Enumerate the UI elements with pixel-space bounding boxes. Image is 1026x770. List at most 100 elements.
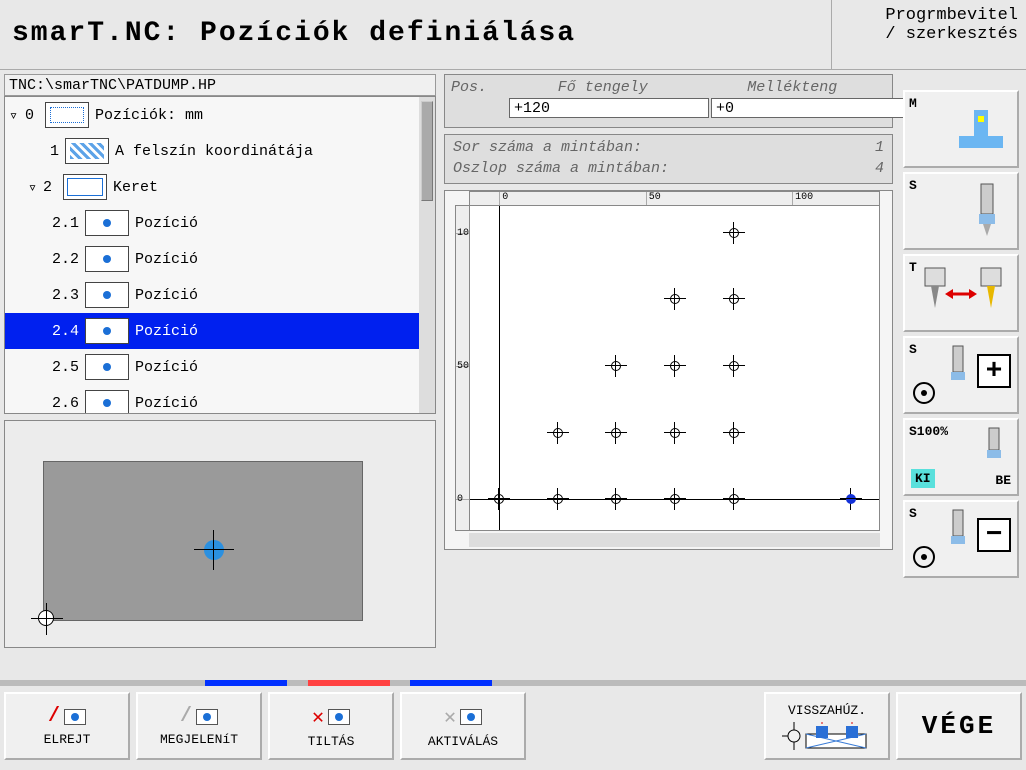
plot-point[interactable] <box>727 359 741 373</box>
knob-icon <box>909 542 939 572</box>
cols-label: Oszlop száma a mintában: <box>453 160 669 177</box>
ruler-horizontal: 050100 <box>469 191 880 205</box>
plot-point[interactable] <box>492 492 506 506</box>
side-s-label: S <box>909 178 917 244</box>
plot-point[interactable] <box>668 426 682 440</box>
minus-icon: − <box>977 518 1011 552</box>
preview-3d <box>4 420 436 648</box>
mode-line1: Progrmbevitel <box>840 6 1018 25</box>
point-marker-icon <box>196 709 218 725</box>
pattern-plot[interactable]: 050100 050100 <box>444 190 893 550</box>
tree-surface[interactable]: 1 A felszín koordinátája <box>5 133 419 169</box>
position-icon <box>85 354 129 380</box>
page-title: smarT.NC: Pozíciók definiálása <box>0 0 831 69</box>
plot-point[interactable] <box>551 492 565 506</box>
spindle-small-icon <box>945 508 971 558</box>
softkey-retract[interactable]: VISSZAHÚZ. <box>764 692 890 760</box>
program-tree[interactable]: ▿ 0 Pozíciók: mm 1 A felszín koordinátáj… <box>4 96 436 414</box>
minor-axis-label: Mellékteng <box>699 79 887 96</box>
main-axis-input[interactable] <box>509 98 709 118</box>
point-marker-icon <box>460 709 482 725</box>
ruler-vertical: 050100 <box>455 205 469 531</box>
tree-idx: 2 <box>43 179 57 196</box>
softkey-show[interactable]: / MEGJELENíT <box>136 692 262 760</box>
tree-position-row[interactable]: 2.1Pozíció <box>5 205 419 241</box>
plot-point[interactable] <box>609 359 623 373</box>
mode-line2: / szerkesztés <box>840 25 1018 44</box>
plot-point[interactable] <box>668 359 682 373</box>
header-bar: smarT.NC: Pozíciók definiálása Progrmbev… <box>0 0 1026 70</box>
params-panel: Pos. Fő tengely Mellékteng <box>444 74 893 128</box>
position-icon <box>85 210 129 236</box>
ki-label: KI <box>911 469 935 488</box>
side-s-plus-button[interactable]: S + <box>903 336 1019 414</box>
plot-hscroll[interactable] <box>469 533 880 547</box>
plot-point-selected[interactable] <box>844 492 858 506</box>
minor-axis-input[interactable] <box>711 98 911 118</box>
position-icon <box>85 282 129 308</box>
softkey-deny[interactable]: ✕ TILTÁS <box>268 692 394 760</box>
plot-point[interactable] <box>609 492 623 506</box>
side-m-label: M <box>909 96 917 162</box>
spindle-icon <box>967 180 1007 240</box>
tree-idx: 2.1 <box>9 215 79 232</box>
preview-point-icon <box>204 540 224 560</box>
tree-root[interactable]: ▿ 0 Pozíciók: mm <box>5 97 419 133</box>
tree-label: Pozíció <box>135 395 198 412</box>
tree-idx: 2.6 <box>9 395 79 412</box>
plot-point[interactable] <box>727 226 741 240</box>
point-marker-icon <box>64 709 86 725</box>
tree-position-row[interactable]: 2.3Pozíció <box>5 277 419 313</box>
pos-label: Pos. <box>451 79 507 96</box>
plot-point[interactable] <box>551 426 565 440</box>
side-t-button[interactable]: T <box>903 254 1019 332</box>
plot-point[interactable] <box>727 426 741 440</box>
x-icon: ✕ <box>444 704 456 730</box>
knob-icon <box>909 378 939 408</box>
plot-point[interactable] <box>727 492 741 506</box>
plot-point[interactable] <box>668 492 682 506</box>
softkey-end[interactable]: VÉGE <box>896 692 1022 760</box>
position-icon <box>85 246 129 272</box>
tree-label: Keret <box>113 179 158 196</box>
mode-label: Progrmbevitel / szerkesztés <box>831 0 1026 69</box>
rows-value: 1 <box>875 139 884 156</box>
slash-icon: / <box>48 705 60 728</box>
softkey-label: TILTÁS <box>308 734 355 749</box>
position-icon <box>85 318 129 344</box>
tree-label: Pozíció <box>135 359 198 376</box>
softkey-label: ELREJT <box>44 732 91 747</box>
tree-idx: 2.4 <box>9 323 79 340</box>
softkey-hide[interactable]: / ELREJT <box>4 692 130 760</box>
softkey-pager[interactable] <box>0 680 1026 686</box>
tree-scrollbar[interactable] <box>419 97 435 413</box>
slash-icon: / <box>180 705 192 728</box>
side-m-button[interactable]: M <box>903 90 1019 168</box>
softkey-label: VÉGE <box>922 711 996 741</box>
tree-idx: 2.5 <box>9 359 79 376</box>
surface-icon <box>65 138 109 164</box>
machine-icon <box>949 106 1009 156</box>
tree-label: Pozíció <box>135 251 198 268</box>
tree-position-row[interactable]: 2.2Pozíció <box>5 241 419 277</box>
plot-point[interactable] <box>609 426 623 440</box>
plot-point[interactable] <box>668 292 682 306</box>
origin-marker-icon <box>38 610 54 626</box>
main-axis-label: Fő tengely <box>509 79 697 96</box>
softkey-label: AKTIVÁLÁS <box>428 734 498 749</box>
side-s-minus-button[interactable]: S − <box>903 500 1019 578</box>
softkey-activate[interactable]: ✕ AKTIVÁLÁS <box>400 692 526 760</box>
side-s-button[interactable]: S <box>903 172 1019 250</box>
tree-frame[interactable]: ▿ 2 Keret <box>5 169 419 205</box>
file-path: TNC:\smarTNC\PATDUMP.HP <box>4 74 436 96</box>
tree-position-row[interactable]: 2.4Pozíció <box>5 313 419 349</box>
tree-label: Pozíció <box>135 287 198 304</box>
tree-idx: 0 <box>25 107 39 124</box>
tree-position-row[interactable]: 2.5 Pozíció <box>5 349 419 385</box>
side-t-label: T <box>909 260 917 326</box>
plot-point[interactable] <box>727 292 741 306</box>
be-label: BE <box>995 473 1011 488</box>
tree-position-row[interactable]: 2.6 Pozíció <box>5 385 419 413</box>
point-marker-icon <box>328 709 350 725</box>
side-s100-button[interactable]: S100% KI BE <box>903 418 1019 496</box>
